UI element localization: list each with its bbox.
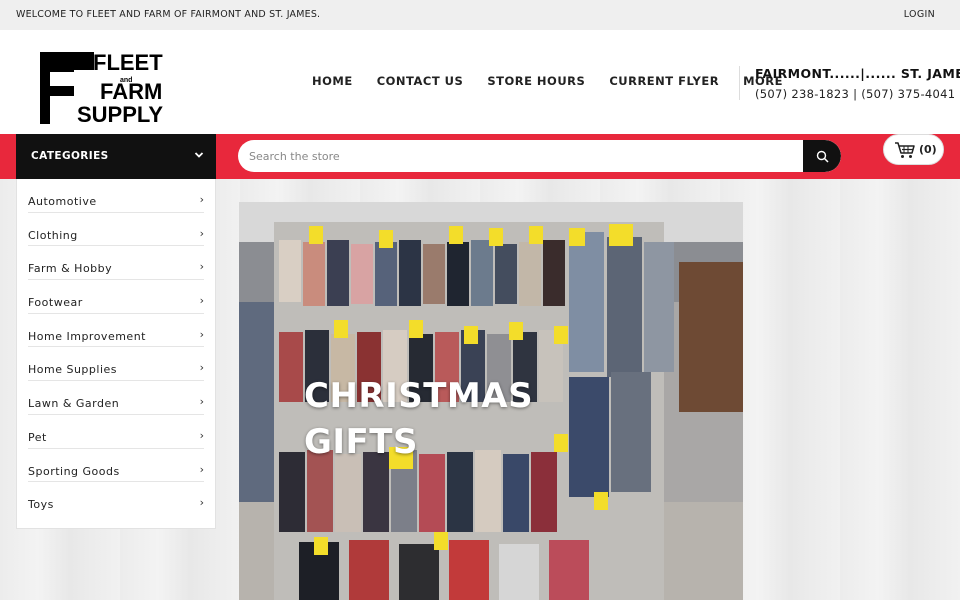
category-toys[interactable]: Toys ›	[28, 482, 204, 516]
chevron-right-icon: ›	[199, 294, 204, 308]
category-label: Farm & Hobby	[28, 262, 113, 276]
welcome-message: WELCOME TO FLEET AND FARM OF FAIRMONT AN…	[16, 9, 321, 20]
chevron-down-icon	[194, 152, 204, 158]
category-lawn-garden[interactable]: Lawn & Garden ›	[28, 381, 204, 415]
chevron-right-icon: ›	[199, 361, 204, 375]
hero-headline: CHRISTMAS GIFTS	[304, 373, 533, 465]
cart-button[interactable]: (0)	[883, 134, 944, 165]
search-bar-row: CATEGORIES (0)	[0, 134, 960, 179]
search-button[interactable]	[803, 140, 841, 172]
categories-header-label: CATEGORIES	[31, 150, 109, 162]
store-logo[interactable]: FLEET and FARM SUPPLY	[40, 52, 185, 124]
login-link[interactable]: LOGIN	[904, 9, 935, 20]
category-farm-hobby[interactable]: Farm & Hobby ›	[28, 246, 204, 281]
chevron-right-icon: ›	[199, 193, 204, 206]
category-label: Clothing	[28, 228, 78, 242]
nav-contact-us[interactable]: CONTACT US	[377, 74, 464, 88]
category-footwear[interactable]: Footwear ›	[28, 280, 204, 314]
category-label: Home Supplies	[28, 363, 118, 377]
store-locations: FAIRMONT......|...... ST. JAMES	[755, 66, 960, 81]
category-label: Home Improvement	[28, 329, 146, 343]
chevron-right-icon: ›	[199, 428, 204, 442]
cart-count: (0)	[919, 143, 937, 156]
cart-icon	[895, 142, 915, 158]
category-label: Footwear	[28, 296, 83, 310]
search-icon	[816, 150, 829, 163]
category-label: Pet	[28, 430, 47, 444]
categories-toggle[interactable]: CATEGORIES	[16, 134, 216, 179]
category-home-improvement[interactable]: Home Improvement ›	[28, 314, 204, 348]
nav-home[interactable]: HOME	[312, 74, 353, 88]
nav-store-hours[interactable]: STORE HOURS	[487, 74, 585, 88]
category-pet[interactable]: Pet ›	[28, 415, 204, 449]
hero-banner[interactable]: CHRISTMAS GIFTS	[239, 202, 743, 600]
store-phones: (507) 238-1823 | (507) 375-4041	[755, 87, 956, 101]
main-content: Automotive › Clothing › Farm & Hobby › Foot…	[0, 179, 960, 600]
logo-line3: SUPPLY	[77, 102, 163, 124]
category-clothing[interactable]: Clothing ›	[28, 213, 204, 247]
store-contact: FAIRMONT......|...... ST. JAMES (507) 23…	[755, 66, 960, 101]
chevron-right-icon: ›	[199, 327, 204, 341]
category-label: Toys	[28, 498, 54, 512]
chevron-right-icon: ›	[199, 496, 204, 510]
chevron-right-icon: ›	[199, 395, 204, 409]
site-header: FLEET and FARM SUPPLY HOME CONTACT US ST…	[0, 30, 960, 134]
category-label: Sporting Goods	[28, 464, 120, 478]
search-input[interactable]	[238, 140, 803, 172]
category-automotive[interactable]: Automotive ›	[28, 179, 204, 213]
logo-line1: FLEET	[93, 52, 163, 75]
chevron-right-icon: ›	[199, 260, 204, 274]
chevron-right-icon: ›	[199, 226, 204, 240]
hero-line2: GIFTS	[304, 422, 418, 462]
main-nav: HOME CONTACT US STORE HOURS CURRENT FLYE…	[312, 74, 807, 88]
chevron-right-icon: ›	[199, 462, 204, 476]
hero-line1: CHRISTMAS	[304, 376, 534, 416]
category-sporting-goods[interactable]: Sporting Goods ›	[28, 449, 204, 483]
nav-current-flyer[interactable]: CURRENT FLYER	[609, 74, 719, 88]
header-divider	[739, 66, 740, 100]
categories-menu: Automotive › Clothing › Farm & Hobby › Foot…	[16, 179, 216, 529]
top-bar: WELCOME TO FLEET AND FARM OF FAIRMONT AN…	[0, 0, 960, 30]
category-label: Automotive	[28, 195, 97, 208]
search-box	[238, 140, 841, 172]
category-home-supplies[interactable]: Home Supplies ›	[28, 347, 204, 382]
category-label: Lawn & Garden	[28, 397, 120, 411]
logo-line2: FARM	[100, 79, 162, 104]
